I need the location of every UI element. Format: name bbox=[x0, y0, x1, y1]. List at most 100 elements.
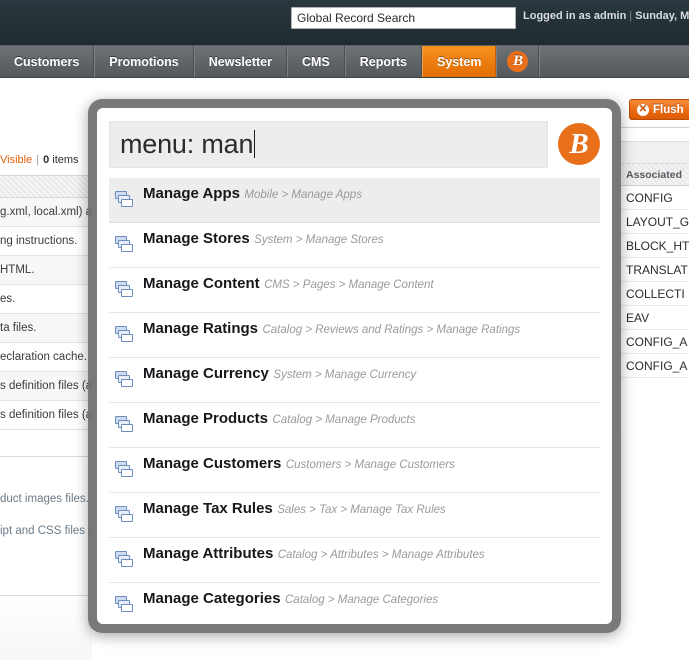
nav-item-newsletter[interactable]: Newsletter bbox=[193, 46, 287, 77]
table-row[interactable]: CONFIG_A bbox=[618, 354, 689, 378]
cache-type-list-clipped: g.xml, local.xml) a ng instructions. HTM… bbox=[0, 175, 92, 595]
stacked-windows-icon bbox=[115, 415, 135, 435]
result-title: Manage Content bbox=[143, 275, 260, 292]
nav-item-promotions[interactable]: Promotions bbox=[94, 46, 194, 77]
result-title: Manage Tax Rules bbox=[143, 500, 273, 517]
list-item[interactable]: HTML. bbox=[0, 256, 92, 285]
list-item[interactable]: g.xml, local.xml) a bbox=[0, 198, 92, 227]
result-item-manage-customers[interactable]: Manage Customers Customers > Manage Cust… bbox=[109, 448, 600, 493]
list-item[interactable]: es. bbox=[0, 285, 92, 314]
result-item-manage-currency[interactable]: Manage Currency System > Manage Currency bbox=[109, 358, 600, 403]
quick-search-dialog: menu: man B Manage Apps Mobile > Manage … bbox=[97, 108, 612, 624]
item-count: 0 bbox=[43, 154, 50, 166]
nav-item-cms[interactable]: CMS bbox=[286, 46, 345, 77]
flush-button-label: Flush bbox=[653, 103, 684, 116]
table-toolbar bbox=[618, 142, 689, 164]
stacked-windows-icon bbox=[115, 550, 135, 570]
nav-label: Newsletter bbox=[208, 54, 272, 69]
stacked-windows-icon bbox=[115, 235, 135, 255]
result-path: Sales > Tax > Manage Tax Rules bbox=[277, 504, 446, 516]
list-item[interactable]: ta files. bbox=[0, 314, 92, 343]
cell-text: CONFIG bbox=[626, 191, 673, 205]
current-date-label: Sunday, M bbox=[635, 10, 689, 22]
admin-screen: Logged in as admin|Sunday, M Customers P… bbox=[0, 0, 689, 660]
nav-label: CMS bbox=[301, 54, 330, 69]
result-path: CMS > Pages > Manage Content bbox=[264, 279, 434, 291]
nav-label: Reports bbox=[359, 54, 407, 69]
table-row[interactable]: CONFIG_A bbox=[618, 330, 689, 354]
visible-label: Visible bbox=[0, 154, 33, 166]
table-row[interactable]: EAV bbox=[618, 306, 689, 330]
row-text: duct images files. bbox=[0, 493, 89, 505]
table-row[interactable]: LAYOUT_G bbox=[618, 210, 689, 234]
text-caret bbox=[254, 130, 256, 158]
cell-text: BLOCK_HT bbox=[626, 239, 689, 253]
result-item-manage-content[interactable]: Manage Content CMS > Pages > Manage Cont… bbox=[109, 268, 600, 313]
cell-text: COLLECTI bbox=[626, 287, 685, 301]
nav-item-brand-logo[interactable]: B bbox=[496, 46, 540, 77]
result-item-manage-tax-rules[interactable]: Manage Tax Rules Sales > Tax > Manage Ta… bbox=[109, 493, 600, 538]
table-row[interactable]: BLOCK_HT bbox=[618, 234, 689, 258]
result-title: Manage Customers bbox=[143, 455, 282, 472]
result-title: Manage Ratings bbox=[143, 320, 259, 337]
row-text: g.xml, local.xml) a bbox=[0, 206, 92, 218]
cell-text: CONFIG_A bbox=[626, 359, 688, 373]
command-search-value: menu: man bbox=[120, 128, 254, 159]
nav-filler bbox=[539, 46, 689, 77]
result-item-manage-products[interactable]: Manage Products Catalog > Manage Product… bbox=[109, 403, 600, 448]
flush-cache-button[interactable]: ✕ Flush bbox=[629, 99, 689, 120]
row-text: s definition files (a bbox=[0, 409, 92, 421]
result-title: Manage Attributes bbox=[143, 545, 274, 562]
stacked-windows-icon bbox=[115, 190, 135, 210]
result-title: Manage Products bbox=[143, 410, 269, 427]
table-row[interactable]: TRANSLAT bbox=[618, 258, 689, 282]
table-row[interactable]: CONFIG bbox=[618, 186, 689, 210]
stacked-windows-icon bbox=[115, 370, 135, 390]
result-item-manage-categories[interactable]: Manage Categories Catalog > Manage Categ… bbox=[109, 583, 600, 624]
list-item[interactable]: eclaration cache. bbox=[0, 343, 92, 372]
stacked-windows-icon bbox=[115, 325, 135, 345]
nav-item-system[interactable]: System bbox=[422, 46, 497, 77]
nav-item-reports[interactable]: Reports bbox=[344, 46, 422, 77]
nav-label: Promotions bbox=[109, 54, 179, 69]
result-path: System > Manage Stores bbox=[254, 234, 384, 246]
nav-label: Customers bbox=[14, 54, 80, 69]
nav-item-customers[interactable]: Customers bbox=[0, 46, 95, 77]
result-item-manage-attributes[interactable]: Manage Attributes Catalog > Attributes >… bbox=[109, 538, 600, 583]
login-info: Logged in as admin | Sunday, M bbox=[523, 10, 689, 22]
login-separator: | bbox=[629, 10, 633, 22]
command-search-input[interactable]: menu: man bbox=[109, 120, 548, 168]
stacked-windows-icon bbox=[115, 505, 135, 525]
list-item[interactable]: ng instructions. bbox=[0, 227, 92, 256]
status-separator: | bbox=[36, 154, 40, 166]
result-title: Manage Categories bbox=[143, 590, 281, 607]
result-path: Mobile > Manage Apps bbox=[244, 189, 362, 201]
list-item[interactable]: duct images files. bbox=[0, 483, 92, 515]
top-header: Logged in as admin|Sunday, M bbox=[0, 0, 689, 45]
result-title: Manage Currency bbox=[143, 365, 269, 382]
result-item-manage-ratings[interactable]: Manage Ratings Catalog > Reviews and Rat… bbox=[109, 313, 600, 358]
row-text: es. bbox=[0, 293, 16, 305]
stacked-windows-icon bbox=[115, 595, 135, 615]
table-row[interactable]: COLLECTI bbox=[618, 282, 689, 306]
logged-in-label: Logged in as admin bbox=[523, 10, 627, 22]
list-item[interactable]: ipt and CSS files co bbox=[0, 515, 92, 547]
list-gap bbox=[0, 430, 92, 456]
result-item-manage-stores[interactable]: Manage Stores System > Manage Stores bbox=[109, 223, 600, 268]
row-text: eclaration cache. bbox=[0, 351, 87, 363]
search-results-list: Manage Apps Mobile > Manage Apps Manage … bbox=[109, 178, 600, 624]
result-path: System > Manage Currency bbox=[273, 369, 417, 381]
result-path: Catalog > Attributes > Manage Attributes bbox=[277, 549, 485, 561]
list-item[interactable]: s definition files (a bbox=[0, 401, 92, 430]
list-gap bbox=[0, 457, 92, 483]
table-column-header: Associated bbox=[618, 164, 689, 186]
list-item[interactable]: s definition files (a bbox=[0, 372, 92, 401]
list-header-hatch bbox=[0, 176, 92, 198]
page-footer-panel bbox=[0, 595, 92, 660]
items-label: items bbox=[52, 154, 79, 166]
global-record-search-input[interactable] bbox=[291, 7, 516, 29]
close-x-icon: ✕ bbox=[637, 103, 649, 116]
result-item-manage-apps[interactable]: Manage Apps Mobile > Manage Apps bbox=[109, 178, 600, 223]
cell-text: EAV bbox=[626, 311, 650, 325]
result-path: Catalog > Manage Products bbox=[272, 414, 416, 426]
